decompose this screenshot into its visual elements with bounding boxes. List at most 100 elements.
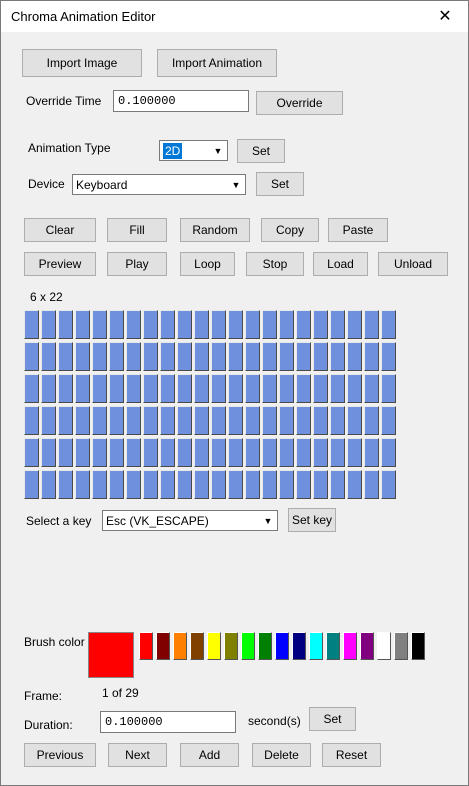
- key-cell[interactable]: [381, 406, 396, 435]
- key-cell[interactable]: [58, 310, 73, 339]
- key-cell[interactable]: [364, 374, 379, 403]
- key-cell[interactable]: [109, 342, 124, 371]
- key-cell[interactable]: [245, 310, 260, 339]
- key-cell[interactable]: [313, 470, 328, 499]
- key-cell[interactable]: [262, 310, 277, 339]
- color-swatch[interactable]: [343, 632, 357, 660]
- key-cell[interactable]: [279, 374, 294, 403]
- play-button[interactable]: Play: [107, 252, 167, 276]
- color-swatch[interactable]: [207, 632, 221, 660]
- key-cell[interactable]: [143, 470, 158, 499]
- key-cell[interactable]: [177, 406, 192, 435]
- key-cell[interactable]: [381, 342, 396, 371]
- key-cell[interactable]: [160, 310, 175, 339]
- key-cell[interactable]: [279, 406, 294, 435]
- key-cell[interactable]: [24, 374, 39, 403]
- device-set-button[interactable]: Set: [256, 172, 304, 196]
- key-cell[interactable]: [211, 310, 226, 339]
- override-button[interactable]: Override: [256, 91, 343, 115]
- key-cell[interactable]: [160, 374, 175, 403]
- key-cell[interactable]: [347, 438, 362, 467]
- key-cell[interactable]: [330, 438, 345, 467]
- set-key-button[interactable]: Set key: [288, 508, 336, 532]
- key-cell[interactable]: [75, 470, 90, 499]
- key-cell[interactable]: [330, 342, 345, 371]
- key-cell[interactable]: [126, 310, 141, 339]
- close-icon[interactable]: ✕: [422, 1, 468, 32]
- preview-button[interactable]: Preview: [24, 252, 96, 276]
- key-cell[interactable]: [245, 374, 260, 403]
- duration-set-button[interactable]: Set: [309, 707, 356, 731]
- key-cell[interactable]: [75, 374, 90, 403]
- key-cell[interactable]: [24, 470, 39, 499]
- next-button[interactable]: Next: [108, 743, 167, 767]
- animation-type-select[interactable]: 2D ▼: [159, 140, 228, 161]
- loop-button[interactable]: Loop: [180, 252, 235, 276]
- key-cell[interactable]: [228, 470, 243, 499]
- duration-input[interactable]: 0.100000: [100, 711, 236, 733]
- key-cell[interactable]: [364, 438, 379, 467]
- key-cell[interactable]: [126, 438, 141, 467]
- key-cell[interactable]: [75, 438, 90, 467]
- key-cell[interactable]: [245, 342, 260, 371]
- chevron-down-icon[interactable]: ▼: [210, 142, 226, 160]
- load-button[interactable]: Load: [313, 252, 368, 276]
- unload-button[interactable]: Unload: [378, 252, 448, 276]
- key-cell[interactable]: [160, 342, 175, 371]
- key-cell[interactable]: [177, 470, 192, 499]
- color-swatch[interactable]: [139, 632, 153, 660]
- key-cell[interactable]: [296, 470, 311, 499]
- key-cell[interactable]: [126, 406, 141, 435]
- color-swatch[interactable]: [241, 632, 255, 660]
- key-cell[interactable]: [279, 342, 294, 371]
- key-cell[interactable]: [58, 406, 73, 435]
- color-swatch[interactable]: [292, 632, 306, 660]
- key-cell[interactable]: [160, 406, 175, 435]
- key-cell[interactable]: [364, 470, 379, 499]
- key-cell[interactable]: [347, 470, 362, 499]
- key-cell[interactable]: [228, 374, 243, 403]
- key-cell[interactable]: [330, 406, 345, 435]
- key-cell[interactable]: [143, 438, 158, 467]
- key-cell[interactable]: [330, 374, 345, 403]
- key-select[interactable]: Esc (VK_ESCAPE) ▼: [102, 510, 278, 531]
- key-cell[interactable]: [194, 342, 209, 371]
- key-cell[interactable]: [262, 438, 277, 467]
- key-cell[interactable]: [313, 342, 328, 371]
- key-cell[interactable]: [75, 310, 90, 339]
- key-cell[interactable]: [313, 406, 328, 435]
- key-cell[interactable]: [24, 342, 39, 371]
- key-cell[interactable]: [262, 342, 277, 371]
- key-cell[interactable]: [194, 374, 209, 403]
- key-cell[interactable]: [228, 342, 243, 371]
- key-cell[interactable]: [211, 342, 226, 371]
- key-cell[interactable]: [364, 342, 379, 371]
- key-cell[interactable]: [75, 406, 90, 435]
- key-cell[interactable]: [143, 342, 158, 371]
- add-button[interactable]: Add: [180, 743, 239, 767]
- key-cell[interactable]: [245, 406, 260, 435]
- color-swatch[interactable]: [156, 632, 170, 660]
- key-cell[interactable]: [211, 438, 226, 467]
- key-cell[interactable]: [92, 310, 107, 339]
- color-swatch[interactable]: [275, 632, 289, 660]
- color-swatch[interactable]: [190, 632, 204, 660]
- key-cell[interactable]: [24, 310, 39, 339]
- key-cell[interactable]: [279, 310, 294, 339]
- key-cell[interactable]: [347, 310, 362, 339]
- color-swatch[interactable]: [309, 632, 323, 660]
- override-time-input[interactable]: 0.100000: [113, 90, 249, 112]
- key-cell[interactable]: [245, 438, 260, 467]
- key-cell[interactable]: [313, 438, 328, 467]
- reset-button[interactable]: Reset: [322, 743, 381, 767]
- key-cell[interactable]: [279, 438, 294, 467]
- key-cell[interactable]: [58, 470, 73, 499]
- key-cell[interactable]: [347, 406, 362, 435]
- key-cell[interactable]: [41, 470, 56, 499]
- key-cell[interactable]: [58, 374, 73, 403]
- key-cell[interactable]: [177, 374, 192, 403]
- key-cell[interactable]: [92, 438, 107, 467]
- key-cell[interactable]: [262, 470, 277, 499]
- key-cell[interactable]: [126, 470, 141, 499]
- chevron-down-icon[interactable]: ▼: [260, 512, 276, 530]
